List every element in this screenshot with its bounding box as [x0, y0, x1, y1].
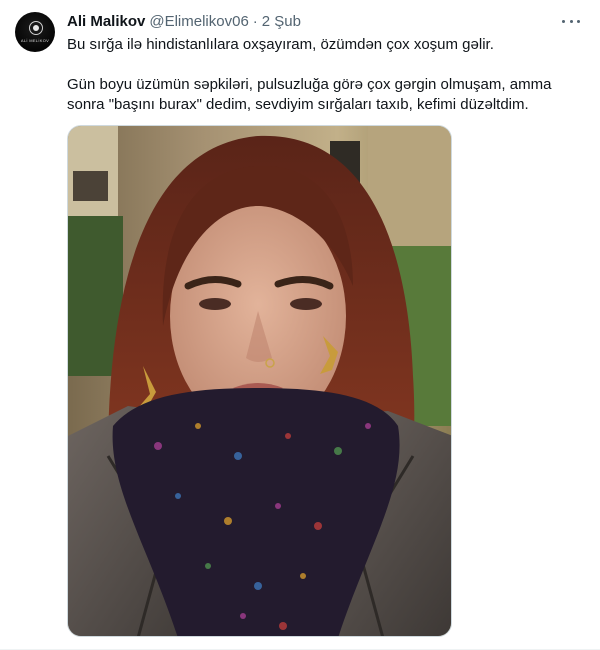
- tweet-text: Bu sırğa ilə hindistanlılara oxşayıram, …: [67, 35, 567, 115]
- tweet-card[interactable]: ALİ MELİKOV Ali Malikov @Elimelikov06 · …: [0, 0, 600, 650]
- user-handle[interactable]: @Elimelikov06: [149, 13, 248, 30]
- avatar-caption: ALİ MELİKOV: [20, 38, 50, 43]
- header-separator: ·: [252, 12, 258, 30]
- avatar[interactable]: ALİ MELİKOV: [15, 12, 55, 52]
- more-horizontal-icon[interactable]: [562, 11, 580, 31]
- portrait-photo-illustration: [68, 126, 451, 636]
- avatar-logo-mark: [29, 21, 43, 35]
- display-name[interactable]: Ali Malikov: [67, 13, 145, 30]
- tweet-date[interactable]: 2 Şub: [262, 13, 301, 30]
- tweet-paragraph: Gün boyu üzümün səpkiləri, pulsuzluğa gö…: [67, 76, 552, 113]
- tweet-paragraph: Bu sırğa ilə hindistanlılara oxşayıram, …: [67, 36, 494, 53]
- tweet-header: Ali Malikov @Elimelikov06 · 2 Şub: [67, 11, 301, 31]
- tweet-photo[interactable]: [67, 125, 452, 637]
